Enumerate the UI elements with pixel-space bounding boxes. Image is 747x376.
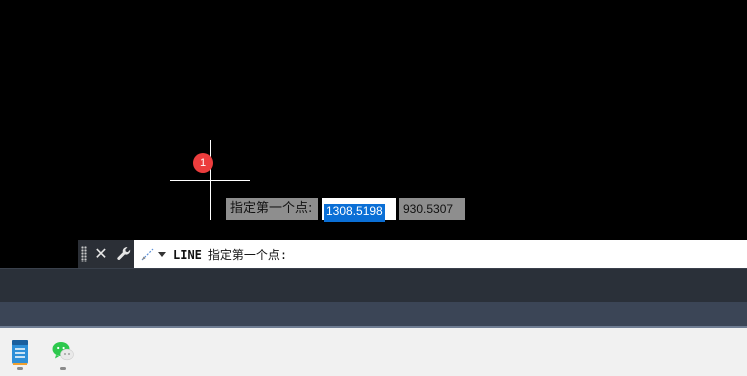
command-name: LINE [173, 247, 202, 262]
running-indicator [60, 367, 66, 370]
taskbar [0, 328, 747, 376]
wrench-icon[interactable] [115, 245, 133, 263]
crosshair-vertical [210, 140, 211, 220]
running-indicator [17, 367, 23, 370]
wechat-icon [52, 342, 74, 361]
layout-tabs-bar [0, 268, 747, 302]
taskbar-app-wechat[interactable] [50, 338, 76, 372]
command-text: LINE 指定第一个点: [173, 246, 287, 263]
dynamic-input-x-value: 1308.5198 [324, 204, 385, 222]
chevron-down-icon[interactable] [158, 251, 166, 257]
step-marker: 1 [193, 153, 213, 173]
dynamic-input-y-field[interactable]: 930.5307 [399, 198, 465, 220]
taskbar-app-notepad[interactable] [7, 338, 33, 372]
command-input[interactable]: LINE 指定第一个点: [134, 240, 747, 268]
dynamic-input-prompt: 指定第一个点: [226, 198, 318, 220]
command-line-tools: ✕ [78, 240, 134, 268]
drag-handle-icon[interactable] [81, 246, 87, 262]
drawing-canvas[interactable]: 1 指定第一个点: 1308.5198 930.5307 [0, 0, 747, 268]
status-bar [0, 302, 747, 326]
command-line: ✕ LINE 指定第一个点: [78, 240, 747, 268]
command-prompt: 指定第一个点: [207, 247, 288, 262]
dynamic-input-x-field[interactable]: 1308.5198 [322, 198, 396, 222]
pen-icon [141, 248, 154, 261]
app-window: 1 指定第一个点: 1308.5198 930.5307 ✕ LINE 指定第一个… [0, 0, 747, 376]
close-icon[interactable]: ✕ [93, 246, 109, 262]
notepad-icon [12, 340, 28, 365]
